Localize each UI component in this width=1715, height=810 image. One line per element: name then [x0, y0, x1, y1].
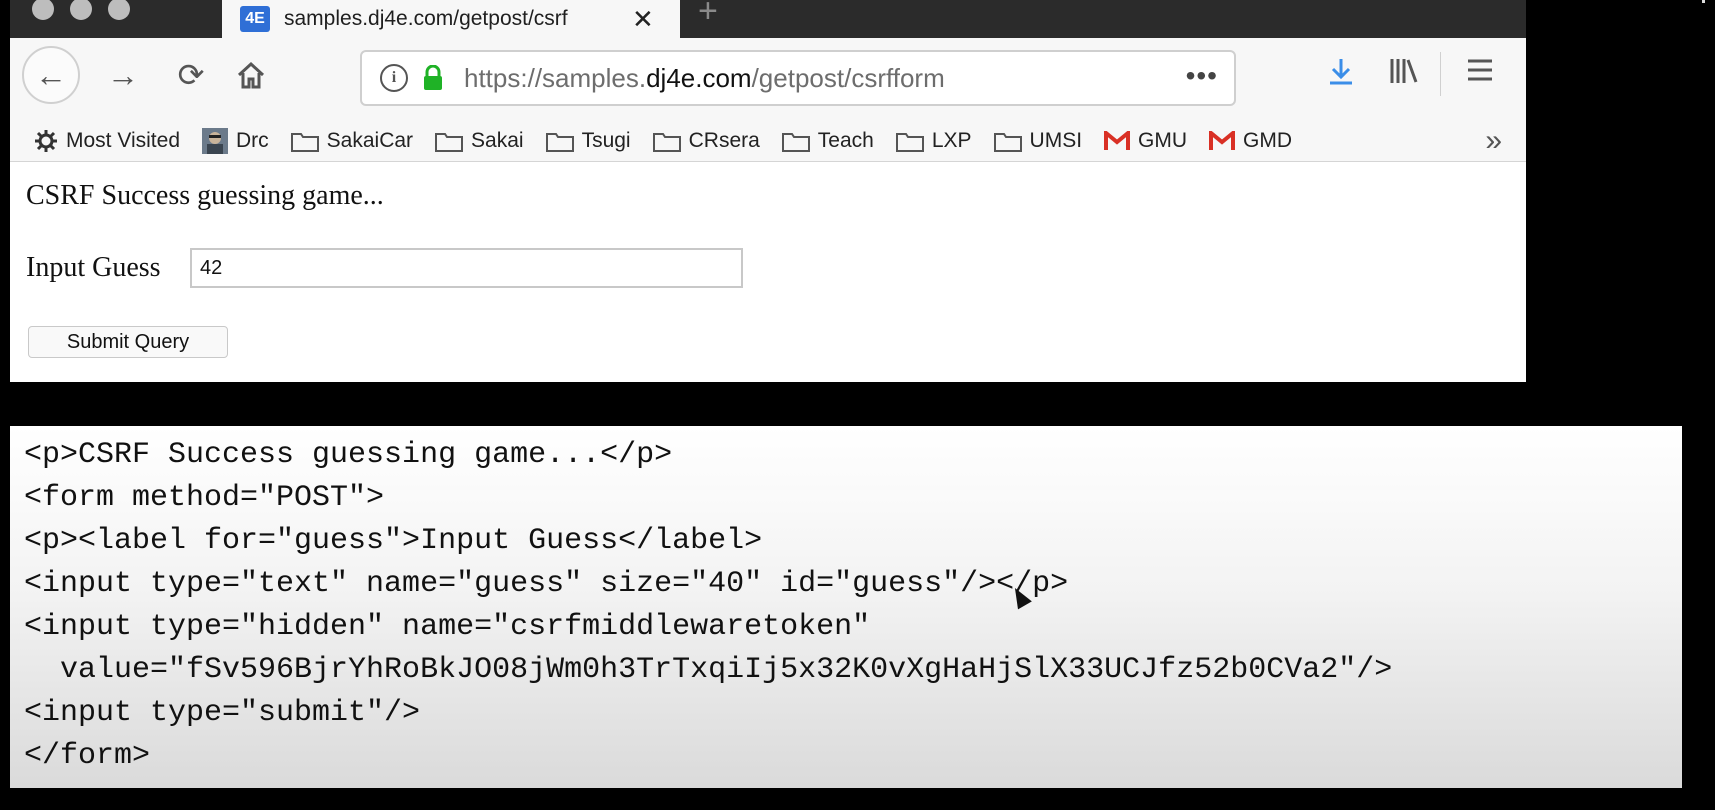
code-line: value="fSv596BjrYhRoBkJO08jWm0h3TrTxqiIj…: [24, 653, 1393, 687]
info-icon[interactable]: i: [380, 64, 408, 92]
code-line: <input type="hidden" name="csrfmiddlewar…: [24, 610, 871, 644]
code-line: <form method="POST">: [24, 481, 385, 515]
bookmark-label: Drc: [236, 128, 269, 152]
code-line: <input type="submit"/>: [24, 696, 421, 730]
guess-input-value: 42: [200, 257, 223, 279]
gmail-icon: [1209, 130, 1236, 151]
bookmark-label: Most Visited: [66, 128, 180, 152]
folder-icon: [435, 130, 464, 152]
bookmark-folder-umsi[interactable]: UMSI: [993, 128, 1083, 153]
page-content: CSRF Success guessing game... Input Gues…: [10, 162, 1526, 382]
arrow-left-icon: ←: [35, 56, 67, 93]
bookmark-label: UMSI: [1029, 128, 1083, 152]
bookmark-folder-teach[interactable]: Teach: [781, 128, 874, 153]
bookmark-folder-sakaicar[interactable]: SakaiCar: [290, 128, 414, 153]
reload-button[interactable]: ⟳: [162, 46, 220, 104]
bookmark-folder-sakai[interactable]: Sakai: [435, 129, 524, 153]
hamburger-menu-icon: [1468, 59, 1492, 81]
url-prefix: https://samples.: [464, 62, 647, 93]
submit-query-button[interactable]: Submit Query: [28, 326, 228, 358]
forward-button[interactable]: →: [94, 46, 152, 104]
tab-title: samples.dj4e.com/getpost/csrf: [284, 7, 568, 30]
arrow-right-icon: →: [107, 56, 139, 93]
gmail-icon: [1104, 130, 1131, 151]
guess-label: Input Guess: [26, 252, 161, 283]
bookmark-folder-tsugi[interactable]: Tsugi: [545, 128, 631, 153]
url-text[interactable]: https://samples.dj4e.com/getpost/csrffor…: [464, 63, 945, 94]
folder-icon: [993, 130, 1022, 152]
source-code-panel: <p>CSRF Success guessing game...</p> <fo…: [10, 426, 1682, 788]
code-line: <p>CSRF Success guessing game...</p>: [24, 438, 673, 472]
home-icon: [237, 61, 265, 89]
maximize-window-button[interactable]: [108, 0, 130, 20]
bookmark-label: LXP: [931, 128, 972, 152]
bookmark-label: CRsera: [688, 128, 760, 152]
minimize-window-button[interactable]: [70, 0, 92, 20]
bookmark-label: Teach: [817, 128, 874, 152]
menu-button[interactable]: [1466, 56, 1494, 92]
folder-icon: [545, 130, 574, 152]
bookmark-most-visited[interactable]: Most Visited: [34, 129, 180, 153]
bookmark-label: SakaiCar: [326, 128, 414, 152]
close-window-button[interactable]: [32, 0, 54, 20]
toolbar-divider: [1440, 52, 1441, 96]
url-path: /getpost/csrfform: [751, 62, 945, 93]
bookmark-drc[interactable]: Drc: [202, 127, 269, 154]
code-line: </form>: [24, 739, 151, 773]
folder-icon: [652, 130, 681, 152]
code-line: <input type="text" name="guess" size="40…: [24, 567, 1069, 601]
back-button[interactable]: ←: [22, 46, 80, 104]
library-button[interactable]: [1388, 56, 1420, 94]
code-line: <p><label for="guess">Input Guess</label…: [24, 524, 763, 558]
bookmark-label: Tsugi: [581, 128, 631, 152]
bookmark-folder-lxp[interactable]: LXP: [895, 128, 972, 153]
download-icon: [1330, 59, 1352, 85]
tab-strip: 4E samples.dj4e.com/getpost/csrf ✕ +: [10, 0, 1526, 38]
folder-icon: [290, 130, 319, 152]
corner-dot: [1702, 0, 1705, 3]
bookmark-gmd[interactable]: GMD: [1209, 129, 1292, 153]
home-button[interactable]: [222, 46, 280, 104]
library-icon: [1390, 59, 1418, 83]
bookmark-gmu[interactable]: GMU: [1104, 129, 1187, 153]
avatar-icon: [202, 127, 228, 154]
tab-close-icon[interactable]: ✕: [632, 6, 654, 32]
bookmark-label: GMD: [1243, 128, 1293, 152]
guess-input[interactable]: 42: [190, 248, 743, 288]
folder-icon: [895, 130, 924, 152]
page-actions-icon[interactable]: •••: [1186, 60, 1218, 92]
bookmarks-toolbar: Most Visited Drc SakaiCar Sakai Tsugi CR…: [10, 120, 1526, 162]
bookmark-folder-crsera[interactable]: CRsera: [652, 128, 760, 153]
favicon-icon: 4E: [240, 6, 270, 32]
bookmarks-overflow-icon[interactable]: »: [1485, 124, 1502, 158]
gear-icon: [34, 129, 58, 153]
bookmark-label: GMU: [1138, 128, 1188, 152]
page-heading: CSRF Success guessing game...: [26, 180, 384, 211]
folder-icon: [781, 130, 810, 152]
download-button[interactable]: [1326, 56, 1356, 94]
new-tab-button[interactable]: +: [698, 0, 718, 31]
browser-tab[interactable]: 4E samples.dj4e.com/getpost/csrf ✕: [222, 0, 680, 38]
browser-window: 4E samples.dj4e.com/getpost/csrf ✕ + ← →…: [10, 0, 1526, 382]
url-domain: dj4e.com: [646, 62, 752, 93]
navigation-toolbar: ← → ⟳ i https://samples.dj4e.com/getpost…: [10, 38, 1526, 120]
bookmark-label: Sakai: [471, 128, 524, 152]
reload-icon: ⟳: [177, 57, 205, 93]
address-bar[interactable]: i https://samples.dj4e.com/getpost/csrff…: [360, 50, 1236, 106]
lock-icon[interactable]: [422, 64, 444, 91]
